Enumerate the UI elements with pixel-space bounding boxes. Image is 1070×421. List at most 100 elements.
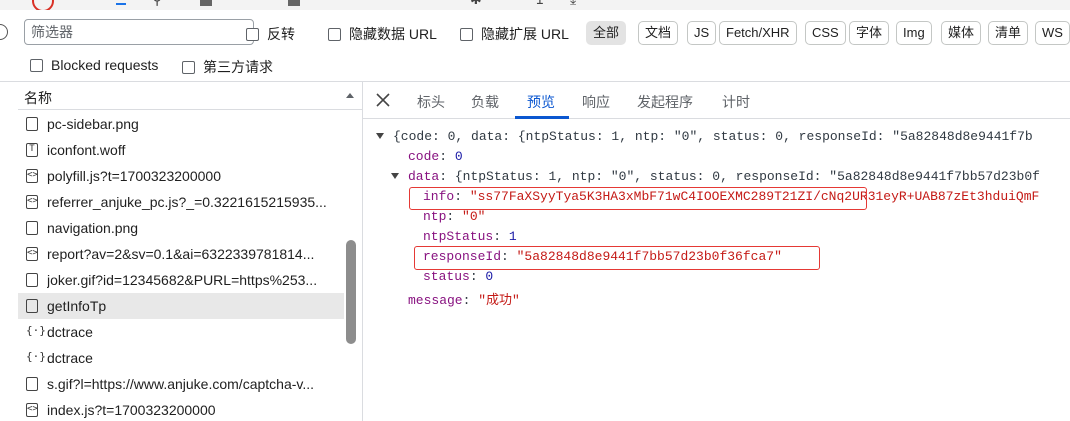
message-property: message: "成功": [408, 293, 520, 308]
expand-arrow-icon[interactable]: [376, 133, 384, 139]
ntp-property: ntp: "0": [423, 209, 486, 224]
active-tab-indicator: [515, 116, 569, 119]
close-icon[interactable]: [375, 92, 391, 108]
image-file-icon: [26, 273, 38, 287]
request-row[interactable]: joker.gif?id=12345682&PURL=https%253...: [18, 267, 344, 293]
font-file-icon: T: [26, 143, 38, 157]
top-toolbar: ⚲ ✱ ↥ ⤓: [0, 0, 1070, 10]
hide-ext-urls-checkbox[interactable]: 隐藏扩展 URL: [460, 24, 569, 44]
request-name: s.gif?l=https://www.anjuke.com/captcha-v…: [47, 376, 315, 392]
filter-input[interactable]: [24, 19, 254, 45]
request-row[interactable]: <> polyfill.js?t=1700323200000: [18, 163, 344, 189]
disable-cache-checkbox[interactable]: [288, 0, 300, 6]
request-row[interactable]: {·} dctrace: [18, 319, 344, 345]
hide-ext-urls-label: 隐藏扩展 URL: [481, 26, 569, 42]
property-key: data: [408, 169, 440, 184]
request-name: dctrace: [47, 350, 93, 366]
record-icon[interactable]: [32, 0, 54, 10]
request-name: joker.gif?id=12345682&PURL=https%253...: [47, 272, 318, 288]
hide-data-urls-checkbox[interactable]: 隐藏数据 URL: [328, 24, 437, 44]
property-value: 0: [485, 269, 494, 284]
checkbox-box[interactable]: [460, 27, 473, 41]
type-filter-css[interactable]: CSS: [805, 21, 846, 45]
property-value: 1: [508, 229, 517, 244]
script-file-icon: <>: [26, 169, 38, 183]
type-filter-fetch-xhr[interactable]: Fetch/XHR: [719, 21, 797, 45]
type-filter-all[interactable]: 全部: [586, 21, 627, 45]
panel-splitter[interactable]: [362, 82, 363, 421]
request-name: referrer_anjuke_pc.js?_=0.3221615215935.…: [47, 194, 327, 210]
property-key: status: [423, 269, 470, 284]
ntpstatus-property: ntpStatus: 1: [423, 229, 517, 244]
detail-tabbar: [363, 82, 1070, 119]
request-name: pc-sidebar.png: [47, 116, 139, 132]
sort-arrow-icon[interactable]: [346, 93, 354, 98]
request-row[interactable]: s.gif?l=https://www.anjuke.com/captcha-v…: [18, 371, 344, 397]
property-value: 0: [454, 149, 463, 164]
invert-label: 反转: [267, 26, 295, 42]
responseid-highlight-box: [414, 246, 820, 270]
clear-icon[interactable]: [0, 24, 8, 40]
checkbox-box[interactable]: [328, 27, 341, 41]
settings-icon[interactable]: ✱: [470, 0, 482, 8]
blocked-requests-label: Blocked requests: [51, 57, 159, 73]
fetch-icon: {·}: [26, 350, 46, 363]
request-name: getInfoTp: [47, 298, 107, 314]
tab-headers[interactable]: 标头: [417, 92, 445, 112]
name-column-header[interactable]: 名称: [18, 82, 362, 110]
request-row-selected[interactable]: getInfoTp: [18, 293, 344, 319]
name-column-label: 名称: [24, 90, 52, 106]
property-key: ntpStatus: [423, 229, 494, 244]
tab-initiator[interactable]: 发起程序: [637, 92, 693, 112]
search-icon[interactable]: ⚲: [152, 0, 162, 8]
data-object-summary: {ntpStatus: 1, ntp: "0", status: 0, resp…: [454, 169, 1040, 184]
type-filter-js[interactable]: JS: [687, 21, 717, 45]
code-property: code: 0: [408, 149, 463, 164]
tab-payload[interactable]: 负载: [471, 92, 499, 112]
image-file-icon: [26, 377, 38, 391]
request-row[interactable]: {·} dctrace: [18, 345, 344, 371]
property-key: ntp: [423, 209, 447, 224]
request-row[interactable]: navigation.png: [18, 215, 344, 241]
image-file-icon: [26, 221, 38, 235]
data-property: data: {ntpStatus: 1, ntp: "0", status: 0…: [408, 169, 1040, 184]
root-object-summary: {code: 0, data: {ntpStatus: 1, ntp: "0",…: [393, 129, 1033, 144]
request-name: polyfill.js?t=1700323200000: [47, 168, 221, 184]
third-party-checkbox[interactable]: 第三方请求: [182, 57, 273, 77]
upload-icon[interactable]: ↥: [534, 0, 546, 8]
type-filter-doc[interactable]: 文档: [638, 21, 679, 45]
checkbox-box[interactable]: [182, 60, 195, 74]
script-file-icon: <>: [26, 403, 38, 417]
expand-arrow-icon[interactable]: [391, 173, 399, 179]
download-icon[interactable]: ⤓: [570, 0, 576, 8]
list-scrollbar[interactable]: [346, 240, 356, 344]
type-filter-media[interactable]: 媒体: [941, 21, 982, 45]
request-row[interactable]: <> report?av=2&sv=0.1&ai=6322339781814..…: [18, 241, 344, 267]
request-row[interactable]: pc-sidebar.png: [18, 111, 344, 137]
type-filter-font[interactable]: 字体: [849, 21, 890, 45]
filter-icon[interactable]: [116, 3, 126, 5]
request-row[interactable]: <> referrer_anjuke_pc.js?_=0.32216152159…: [18, 189, 344, 215]
tab-response[interactable]: 响应: [582, 92, 610, 112]
image-file-icon: [26, 117, 38, 131]
type-filter-img[interactable]: Img: [896, 21, 932, 45]
blocked-requests-checkbox[interactable]: Blocked requests: [30, 57, 158, 73]
invert-checkbox[interactable]: 反转: [246, 24, 295, 44]
request-row[interactable]: T iconfont.woff: [18, 137, 344, 163]
property-value: "成功": [478, 293, 520, 308]
third-party-label: 第三方请求: [203, 59, 273, 75]
tab-preview[interactable]: 预览: [527, 92, 555, 112]
type-filter-manifest[interactable]: 清单: [988, 21, 1029, 45]
type-filter-ws[interactable]: WS: [1035, 21, 1070, 45]
property-value: "0": [462, 209, 486, 224]
preserve-log-checkbox[interactable]: [200, 0, 212, 6]
request-name: index.js?t=1700323200000: [47, 402, 216, 418]
request-name: iconfont.woff: [47, 142, 126, 158]
checkbox-box[interactable]: [30, 58, 43, 72]
fetch-icon: {·}: [26, 324, 46, 337]
tab-timing[interactable]: 计时: [722, 92, 750, 112]
checkbox-box[interactable]: [246, 27, 259, 41]
script-file-icon: <>: [26, 195, 38, 209]
request-row[interactable]: <> index.js?t=1700323200000: [18, 397, 344, 421]
request-name: dctrace: [47, 324, 93, 340]
